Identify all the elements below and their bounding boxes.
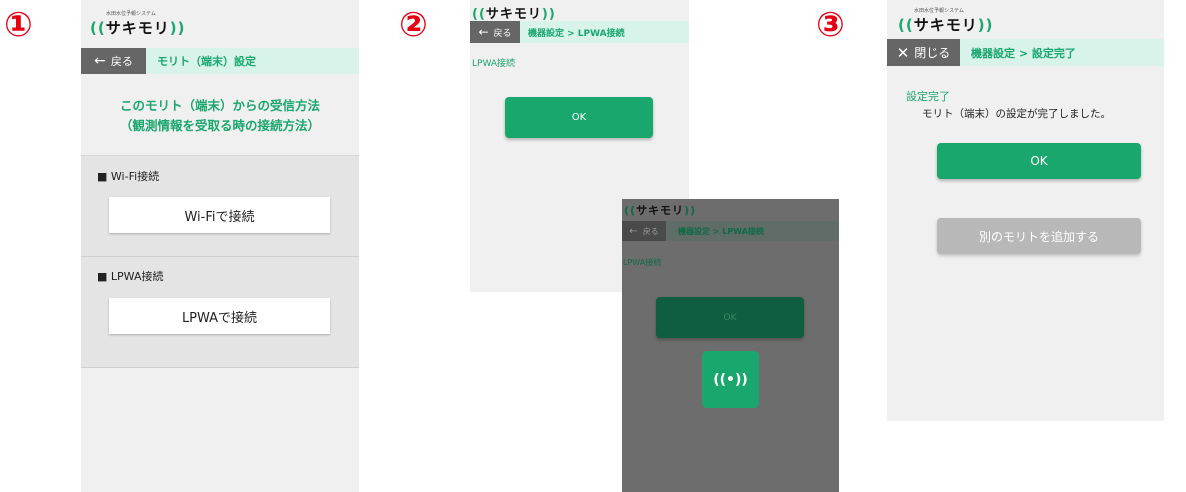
nav-title: 機器設定 > LPWA接続 [528, 28, 625, 39]
lpwa-section-label: ■ LPWA接続 [97, 268, 163, 284]
logo-text: サキモリ [636, 204, 685, 217]
back-button-label: 戻る [642, 226, 659, 236]
back-button[interactable]: ← 戻る [622, 221, 666, 241]
step-number-3: ③ [816, 5, 845, 45]
sakimori-logo: ((サキモリ)) [624, 204, 697, 217]
nav-bar: ← 戻る 機器設定 > LPWA接続 [622, 221, 839, 241]
ok-button[interactable]: OK [505, 97, 653, 138]
nav-title: 機器設定 > LPWA接続 [678, 226, 764, 236]
square-bullet-icon: ■ [97, 170, 108, 183]
screen-3: 水田水位予報システム ((サキモリ)) ✕ 閉じる 機器設定 > 設定完了 設定… [887, 0, 1164, 421]
logo-text: サキモリ [105, 19, 170, 37]
wireless-signal-icon: ((•)) [713, 371, 748, 388]
nav-bar: ✕ 閉じる 機器設定 > 設定完了 [887, 39, 1164, 66]
lpwa-connect-button[interactable]: LPWAで接続 [109, 298, 330, 334]
wifi-section-label: ■ Wi-Fi接続 [97, 168, 159, 184]
heading-line-1: このモリト（端末）からの受信方法 [119, 98, 320, 113]
screen-1: 水田水位予報システム ((サキモリ)) ← 戻る モリト（端末）設定 このモリト… [81, 0, 359, 492]
sakimori-logo: 水田水位予報システム ((サキモリ)) [90, 11, 186, 37]
close-button-label: 閉じる [914, 46, 951, 60]
back-button-label: 戻る [493, 28, 512, 39]
section-label: LPWA接続 [623, 258, 662, 267]
lpwa-section-text: LPWA接続 [110, 270, 164, 283]
back-button[interactable]: ← 戻る [81, 48, 146, 74]
square-bullet-icon: ■ [97, 270, 108, 283]
wifi-connect-button[interactable]: Wi-Fiで接続 [109, 197, 330, 233]
nav-bar: ← 戻る 機器設定 > LPWA接続 [470, 21, 689, 43]
wifi-section: ■ Wi-Fi接続 Wi-Fiで接続 [81, 155, 359, 256]
arrow-left-icon: ← [478, 25, 489, 39]
add-another-morito-button[interactable]: 別のモリトを追加する [937, 218, 1141, 254]
arrow-left-icon: ← [94, 53, 106, 69]
wifi-section-text: Wi-Fi接続 [110, 170, 160, 183]
back-button[interactable]: ← 戻る [470, 21, 520, 43]
status-title: 設定完了 [906, 90, 950, 103]
logo-subtitle: 水田水位予報システム [914, 8, 964, 14]
lpwa-section: ■ LPWA接続 LPWAで接続 [81, 256, 359, 368]
heading-line-2: （観測情報を受取る時の接続方法） [119, 118, 320, 133]
back-button-label: 戻る [110, 55, 133, 68]
status-message: モリト（端末）の設定が完了しました。 [922, 108, 1111, 120]
lpwa-signal-badge: ((•)) [702, 351, 759, 408]
ok-button[interactable]: OK [937, 143, 1141, 179]
nav-title: 機器設定 > 設定完了 [971, 46, 1076, 60]
section-label: LPWA接続 [472, 59, 516, 69]
logo-subtitle: 水田水位予報システム [106, 11, 156, 17]
close-button[interactable]: ✕ 閉じる [887, 39, 960, 66]
nav-bar: ← 戻る モリト（端末）設定 [81, 48, 359, 74]
ok-button[interactable]: OK [656, 297, 804, 338]
nav-title: モリト（端末）設定 [157, 55, 256, 68]
close-icon: ✕ [896, 43, 910, 62]
logo-text: サキモリ [485, 7, 542, 22]
sakimori-logo: ((サキモリ)) [472, 7, 556, 22]
arrow-left-icon: ← [629, 225, 638, 237]
page-heading: このモリト（端末）からの受信方法 （観測情報を受取る時の接続方法） [81, 96, 359, 136]
step-number-1: ① [4, 5, 33, 45]
step-number-2: ② [399, 5, 428, 45]
logo-text: サキモリ [913, 16, 978, 34]
sakimori-logo: 水田水位予報システム ((サキモリ)) [898, 8, 994, 34]
screen-2-overlay-state: ((サキモリ)) ← 戻る 機器設定 > LPWA接続 LPWA接続 OK ((… [622, 199, 839, 492]
